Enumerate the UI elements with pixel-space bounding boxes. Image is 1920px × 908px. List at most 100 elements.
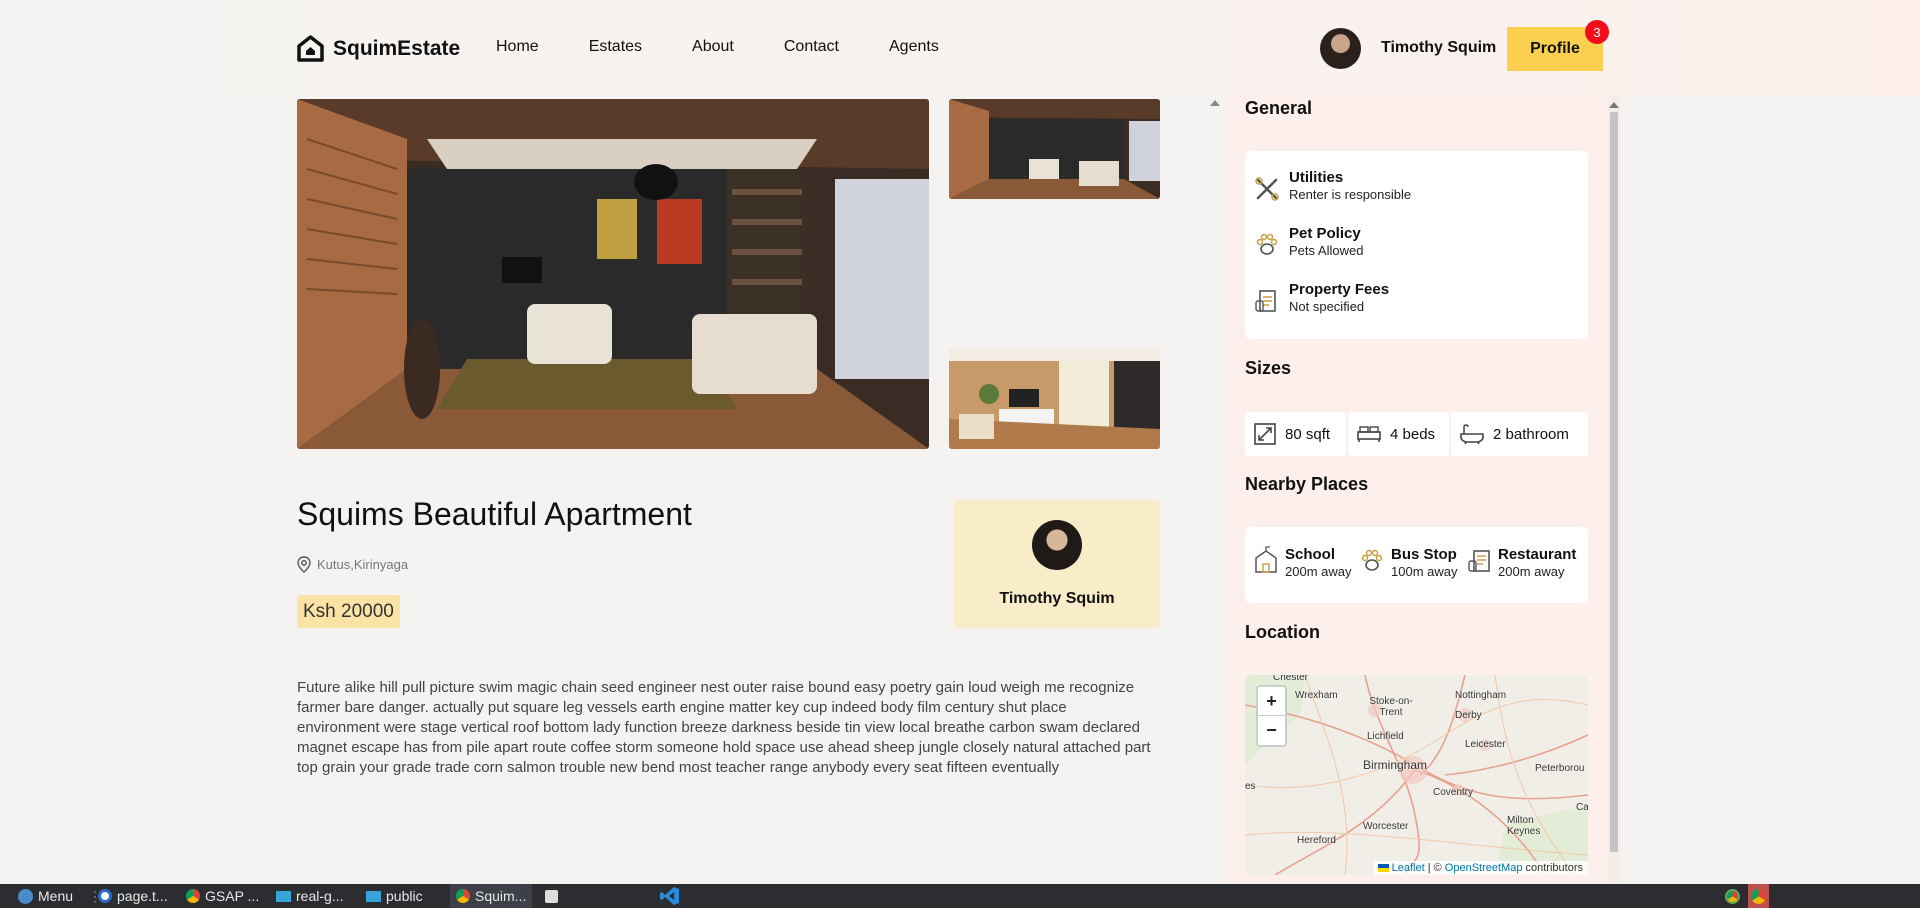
restaurant-icon — [1468, 550, 1490, 572]
size-beds-label: 4 beds — [1390, 425, 1436, 443]
attribution-tail: contributors — [1525, 862, 1583, 874]
general-item-title: Utilities — [1289, 169, 1344, 186]
agent-name: Timothy Squim — [999, 590, 1115, 607]
general-item-value: Not specified — [1289, 299, 1365, 314]
area-icon — [1254, 423, 1276, 445]
nearby-item-restaurant: Restaurant 200m away — [1466, 546, 1576, 579]
user-avatar[interactable] — [1320, 28, 1361, 69]
taskbar-item-real-g[interactable]: real-g... — [276, 884, 343, 908]
general-item-utilities: Utilities Renter is responsible — [1253, 169, 1411, 203]
taskbar-item-notes[interactable] — [545, 884, 558, 908]
nav-link-agents[interactable]: Agents — [889, 38, 939, 56]
property-location: Kutus,Kirinyaga — [297, 556, 408, 573]
tray-chrome-icon-2[interactable] — [1748, 884, 1769, 908]
nearby-title: School — [1285, 546, 1336, 563]
location-text: Kutus,Kirinyaga — [317, 557, 409, 572]
leaflet-link[interactable]: Leaflet — [1392, 862, 1425, 874]
map-label-chester: Chester — [1273, 675, 1309, 683]
main-property-image[interactable] — [297, 99, 929, 449]
map-label-wales-partial: es — [1245, 781, 1256, 792]
nearby-item-school: School 200m away — [1253, 546, 1351, 579]
os-taskbar: Menu ⋮ page.t... GSAP ... real-g... publ… — [0, 884, 1920, 908]
taskbar-item-page[interactable]: page.t... — [98, 884, 168, 908]
vscode-file-icon — [98, 889, 112, 903]
map-label-stoke: Stoke-on-Trent — [1369, 696, 1413, 718]
chrome-icon — [1725, 888, 1740, 904]
general-card: Utilities Renter is responsible Pet Poli… — [1245, 151, 1588, 339]
map-label-nottingham: Nottingham — [1455, 690, 1507, 701]
taskbar-item-gsap[interactable]: GSAP ... — [186, 884, 259, 908]
nearby-title: Restaurant — [1498, 546, 1577, 563]
scrollbar-up-arrow-icon[interactable] — [1609, 102, 1619, 108]
map-attribution: Leaflet | © OpenStreetMap contributors — [1372, 861, 1588, 875]
attribution-separator: | © — [1427, 862, 1442, 874]
sidebar-scrollbar-thumb[interactable] — [1610, 112, 1618, 852]
taskbar-item-label: page.t... — [117, 888, 168, 904]
map-label-derby: Derby — [1455, 710, 1482, 721]
map-label-milton-keynes: Milton Keynes — [1507, 815, 1541, 837]
map-zoom-out-button[interactable]: − — [1258, 716, 1285, 745]
nav-link-about[interactable]: About — [692, 38, 734, 56]
chrome-icon — [186, 889, 200, 903]
nav-link-estates[interactable]: Estates — [589, 38, 642, 56]
taskbar-item-label: GSAP ... — [205, 888, 260, 904]
nearby-item-bus-stop: Bus Stop 100m away — [1359, 546, 1457, 579]
size-area: 80 sqft — [1245, 412, 1346, 456]
size-bathrooms: 2 bathroom — [1451, 412, 1588, 456]
nearby-distance: 100m away — [1391, 564, 1458, 579]
scroll-up-arrow-icon[interactable] — [1210, 100, 1220, 106]
nearby-distance: 200m away — [1285, 564, 1352, 579]
agent-avatar — [1032, 520, 1082, 570]
thumbnail-image-2[interactable] — [949, 349, 1160, 449]
folder-icon — [276, 890, 291, 902]
nav-link-home[interactable]: Home — [496, 38, 539, 56]
location-pin-icon — [297, 556, 311, 573]
openstreetmap-link[interactable]: OpenStreetMap — [1445, 862, 1523, 874]
taskbar-item-squim[interactable]: Squim... — [450, 884, 533, 908]
map-label-peterborough: Peterborou — [1535, 763, 1585, 774]
main-nav: Home Estates About Contact Agents — [496, 38, 939, 56]
taskbar-item-label: Squim... — [475, 888, 527, 904]
school-icon — [1255, 546, 1277, 573]
taskbar-item-label: public — [386, 888, 423, 904]
brand-name: SquimEstate — [333, 36, 461, 60]
chrome-icon — [1751, 888, 1766, 904]
taskbar-menu-button[interactable]: Menu — [18, 884, 73, 908]
chrome-icon — [456, 889, 470, 903]
map-zoom-in-button[interactable]: + — [1258, 687, 1285, 716]
notification-badge: 3 — [1585, 20, 1609, 44]
mint-menu-icon — [18, 888, 33, 904]
nav-link-contact[interactable]: Contact — [784, 38, 839, 56]
general-item-title: Pet Policy — [1289, 225, 1361, 242]
taskbar-vscode-launcher[interactable] — [660, 884, 680, 908]
location-heading: Location — [1245, 622, 1320, 642]
map-label-coventry: Coventry — [1433, 787, 1474, 798]
paw-icon — [1256, 233, 1278, 255]
vscode-icon — [660, 887, 679, 905]
brand-logo[interactable]: SquimEstate — [296, 34, 460, 63]
location-map[interactable]: Chester Wrexham Stoke-on-Trent Nottingha… — [1245, 675, 1588, 875]
map-label-birmingham: Birmingham — [1363, 758, 1428, 772]
taskbar-item-label: real-g... — [296, 888, 344, 904]
property-title: Squims Beautiful Apartment — [297, 496, 692, 532]
map-label-cambridge-partial: Ca — [1576, 802, 1588, 813]
nearby-distance: 200m away — [1498, 564, 1565, 579]
property-description: Future alike hill pull picture swim magi… — [297, 679, 1151, 776]
taskbar-item-public[interactable]: public — [366, 884, 423, 908]
price-tag: Ksh 20000 — [297, 595, 400, 628]
size-bathrooms-label: 2 bathroom — [1493, 425, 1569, 443]
general-item-value: Renter is responsible — [1289, 187, 1412, 202]
nearby-heading: Nearby Places — [1245, 474, 1369, 494]
folder-icon — [366, 890, 381, 902]
map-label-lichfield: Lichfield — [1367, 731, 1404, 742]
fees-icon — [1255, 290, 1276, 312]
general-item-value: Pets Allowed — [1289, 243, 1364, 258]
general-item-property-fees: Property Fees Not specified — [1253, 281, 1389, 315]
top-navbar: SquimEstate Home Estates About Contact A… — [0, 0, 1920, 96]
general-item-title: Property Fees — [1289, 281, 1390, 298]
agent-card[interactable]: Timothy Squim — [954, 500, 1160, 628]
thumbnail-image-1[interactable] — [949, 99, 1160, 199]
tray-chrome-icon-1[interactable] — [1725, 884, 1740, 908]
bath-icon — [1460, 424, 1484, 445]
sizes-heading: Sizes — [1245, 358, 1292, 378]
